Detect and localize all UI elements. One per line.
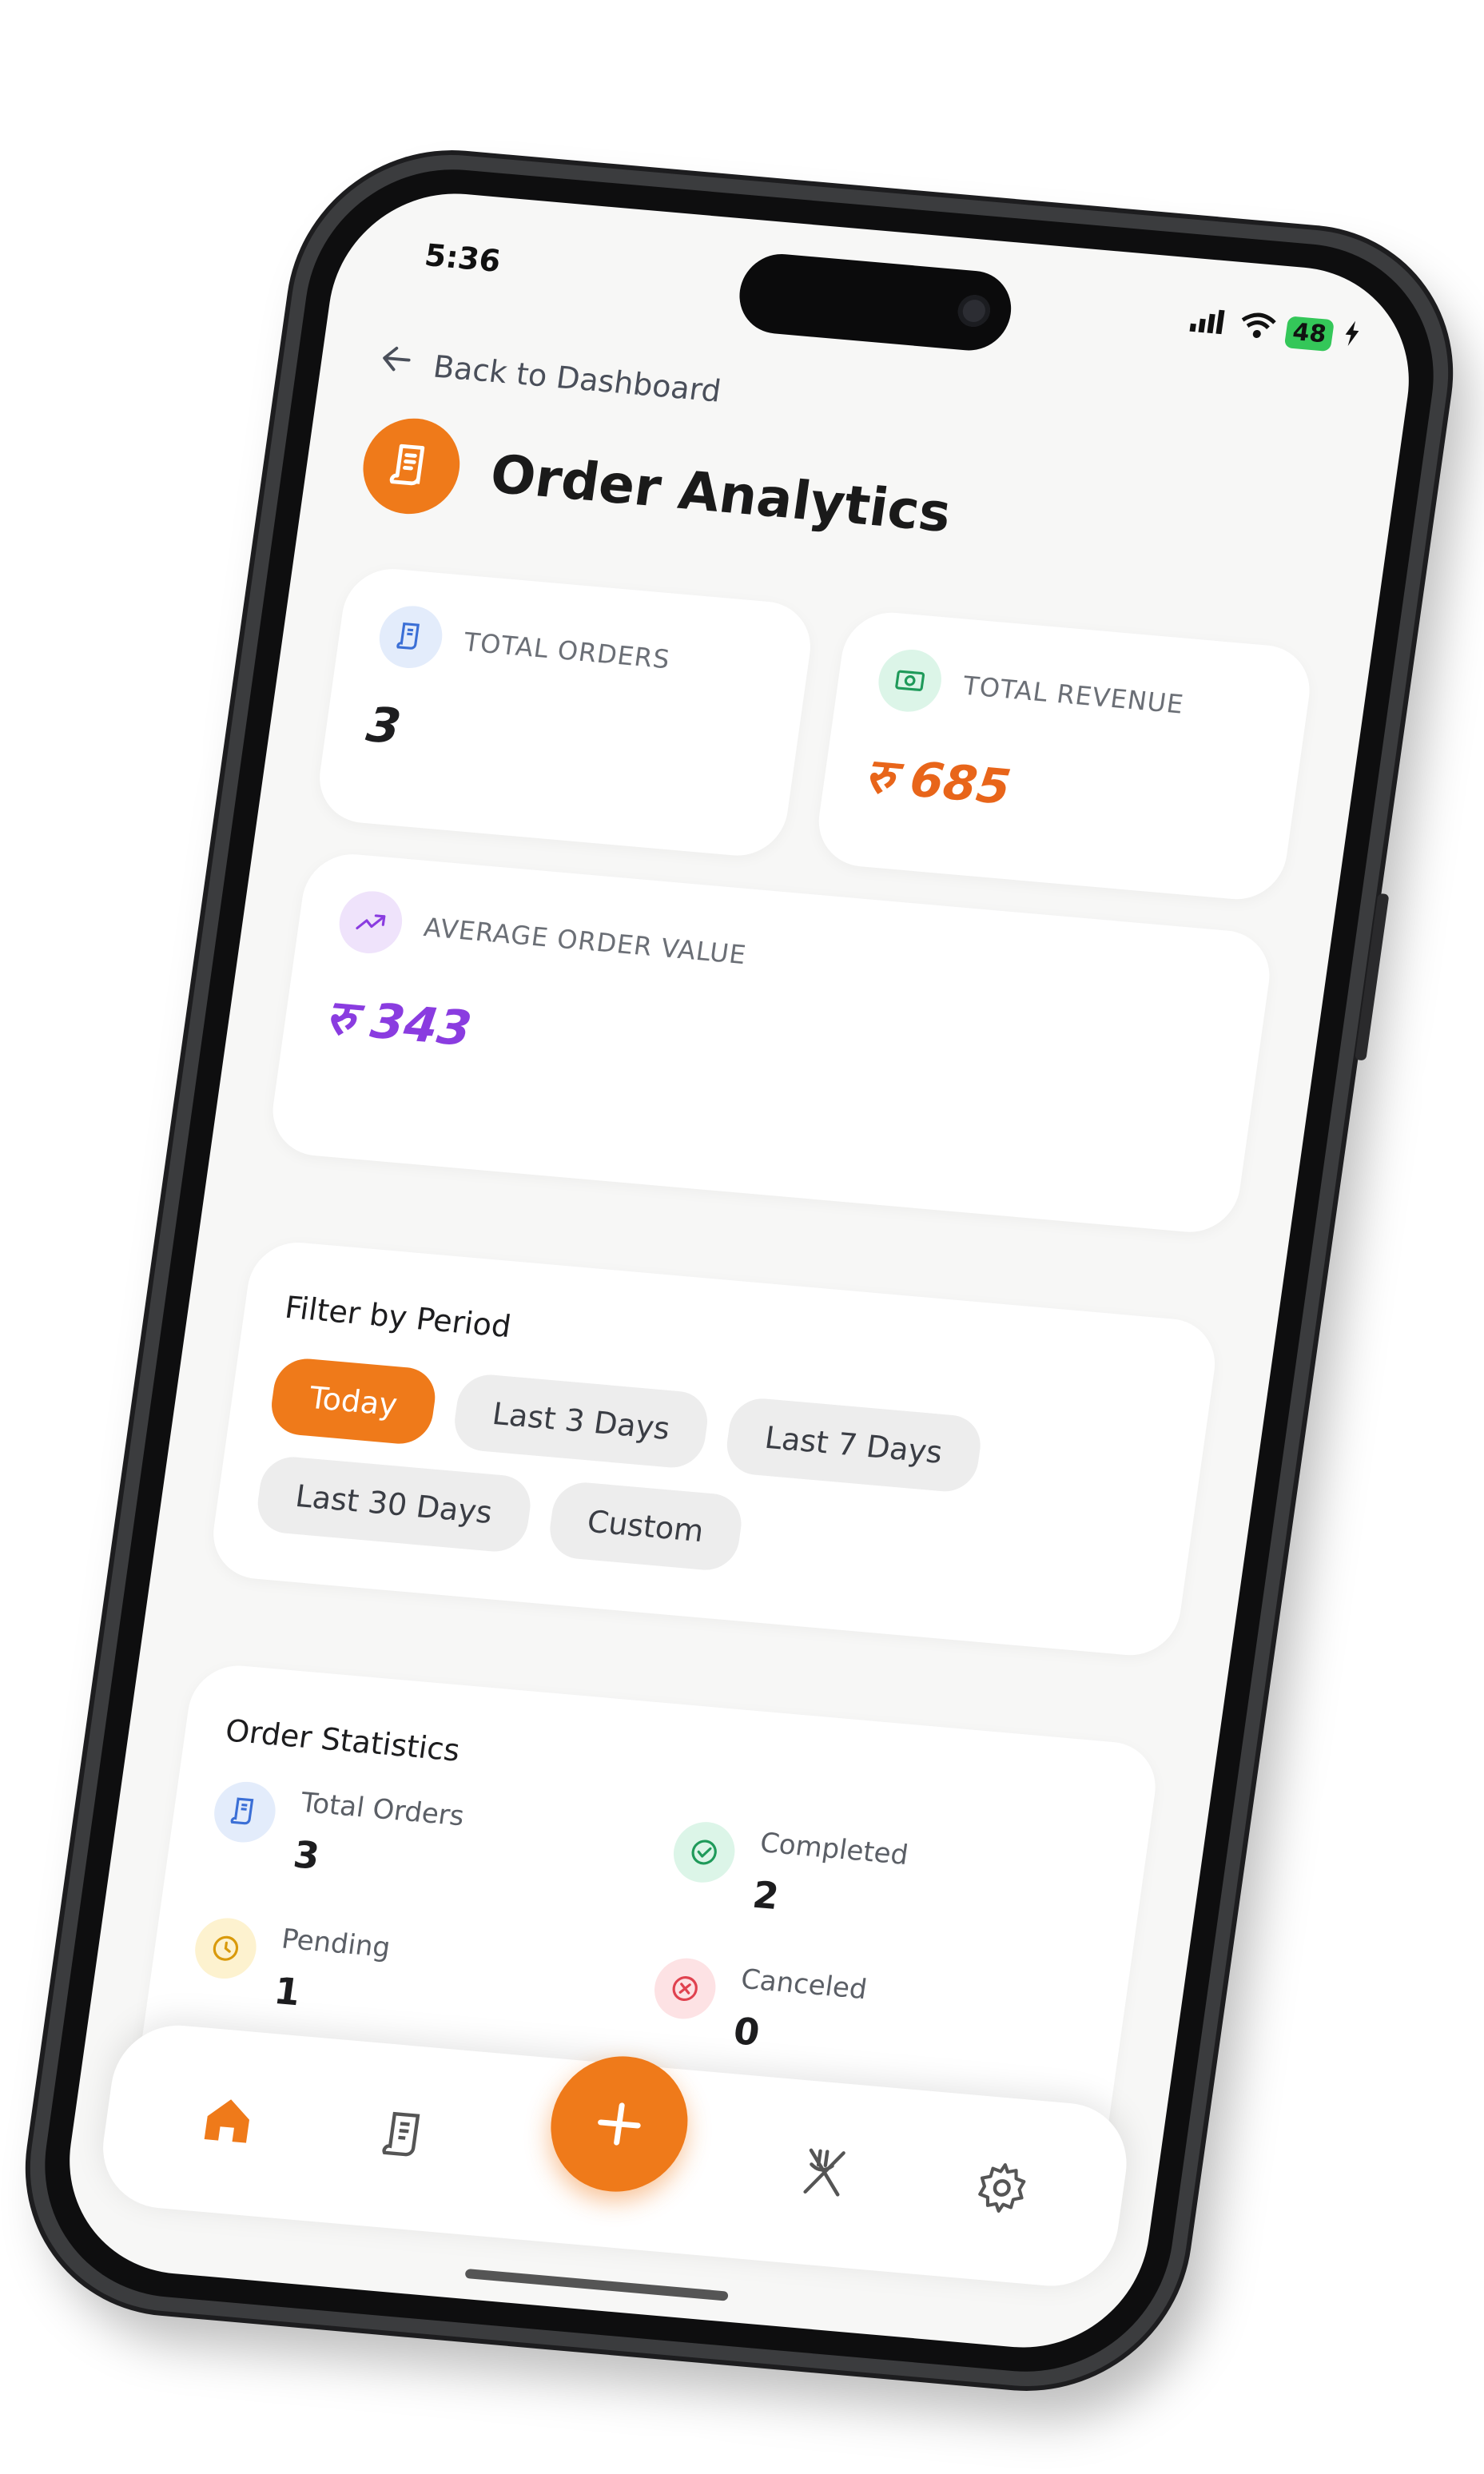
trend-up-icon [335,889,407,957]
stat-label: Pending [279,1923,392,1964]
stat-value: 2 [750,1872,782,1919]
period-filter-chips: Today Last 3 Days Last 7 Days Last 30 Da… [253,1356,1165,1608]
arrow-left-icon [375,339,417,386]
filter-card: Filter by Period Today Last 3 Days Last … [207,1238,1221,1660]
battery-indicator: 48 [1283,315,1335,352]
stat-label: Total Orders [298,1786,467,1833]
nav-settings-button[interactable] [961,2150,1042,2228]
stat-value: 3 [290,1832,323,1878]
total-orders-card: TOTAL ORDERS 3 [313,565,817,860]
plus-icon [585,2075,654,2173]
wifi-icon [1238,310,1278,347]
receipt-icon [373,2106,437,2169]
stage: 5:36 48 Back to Dashboard Order Analytic… [0,0,1484,2474]
nav-orders-button[interactable] [364,2098,446,2176]
nav-home-button[interactable] [187,2083,269,2161]
back-link-label: Back to Dashboard [431,348,724,409]
add-button[interactable] [542,2050,697,2198]
stat-value: 1 [271,1968,304,2015]
chip-last-3-days[interactable]: Last 3 Days [450,1372,712,1470]
status-time: 5:36 [422,237,503,279]
camera-icon [956,293,993,328]
nav-menu-button[interactable] [783,2135,865,2213]
receipt-icon [356,414,466,519]
chip-last-7-days[interactable]: Last 7 Days [722,1396,985,1494]
page-title: Order Analytics [487,442,955,544]
cash-icon [874,646,945,714]
app-screen: 5:36 48 Back to Dashboard Order Analytic… [54,183,1425,2358]
total-revenue-value: रु 685 [861,747,1014,816]
charging-icon [1341,320,1362,354]
x-circle-icon [650,1955,720,2022]
stat-pending: Pending 1 [187,1915,627,2042]
receipt-icon [375,603,447,671]
summary-row: TOTAL ORDERS 3 TOTAL REVENUE रु 685 [313,565,1316,904]
clock-icon [191,1915,261,1982]
receipt-icon [210,1779,280,1845]
home-icon [197,2090,261,2154]
stat-completed: Completed 2 [666,1819,1106,1946]
check-circle-icon [670,1819,739,1885]
total-revenue-label: TOTAL REVENUE [961,670,1186,720]
chip-last-30-days[interactable]: Last 30 Days [253,1454,535,1554]
phone-mockup: 5:36 48 Back to Dashboard Order Analytic… [10,142,1468,2399]
stat-canceled: Canceled 0 [647,1955,1087,2082]
stat-label: Canceled [738,1963,869,2007]
stat-total-orders: Total Orders 3 [206,1779,647,1906]
stat-label: Completed [758,1827,910,1872]
chip-today[interactable]: Today [267,1356,440,1446]
total-orders-label: TOTAL ORDERS [462,626,672,675]
stat-value: 0 [730,2009,763,2054]
average-order-value-label: AVERAGE ORDER VALUE [421,912,749,971]
total-orders-value: 3 [363,697,404,756]
signal-icon [1187,306,1231,344]
chip-custom[interactable]: Custom [545,1480,746,1573]
average-order-value-card: AVERAGE ORDER VALUE रु 343 [266,850,1276,1236]
home-indicator [464,2268,729,2301]
status-icons: 48 [1187,306,1362,355]
utensils-icon [792,2142,856,2206]
total-revenue-card: TOTAL REVENUE रु 685 [812,608,1316,904]
statistics-grid: Total Orders 3 Completed 2 Pending 1 Can… [187,1779,1106,2082]
dynamic-island [734,250,1017,354]
gear-icon [969,2158,1033,2221]
